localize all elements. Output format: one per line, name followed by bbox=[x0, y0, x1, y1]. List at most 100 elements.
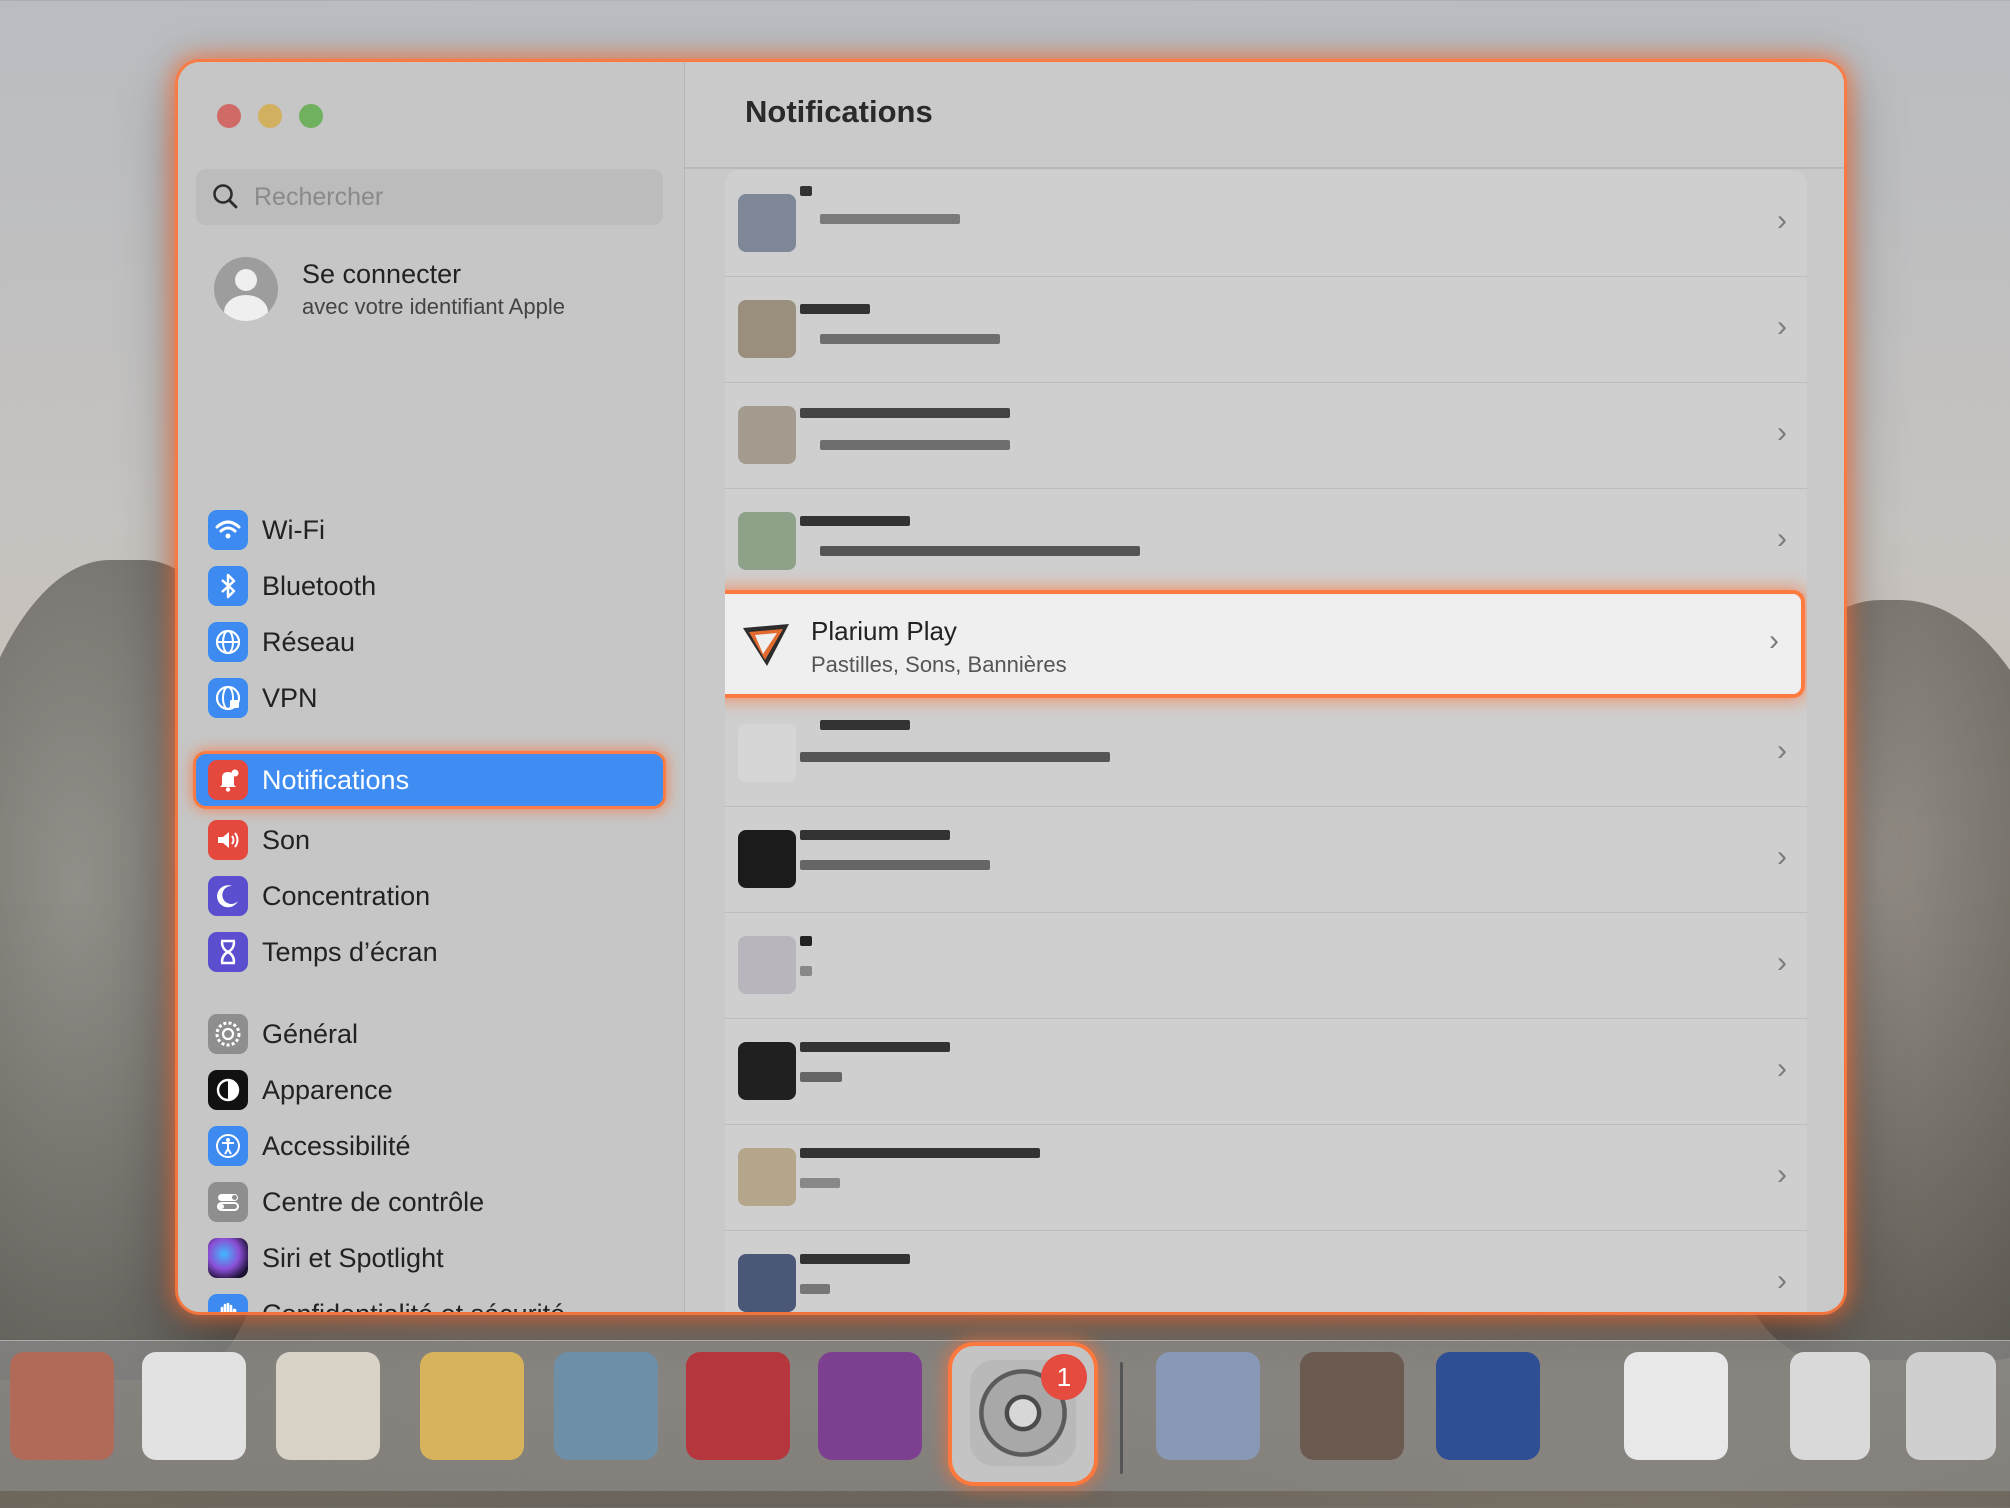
redacted-text bbox=[800, 752, 1110, 762]
app-icon bbox=[738, 194, 796, 252]
zoom-button[interactable] bbox=[299, 104, 323, 128]
system-settings-window: Se connecter avec votre identifiant Appl… bbox=[178, 62, 1844, 1312]
sidebar-item-label: Confidentialité et sécurité bbox=[262, 1299, 565, 1313]
redacted-text bbox=[800, 1148, 1040, 1158]
redacted-text bbox=[800, 1042, 950, 1052]
dock-system-settings[interactable]: 1 bbox=[952, 1346, 1094, 1482]
sidebar-item-accessibility[interactable]: Accessibilité bbox=[196, 1120, 663, 1172]
sidebar-item-wifi[interactable]: Wi-Fi bbox=[196, 504, 663, 556]
sidebar-item-focus[interactable]: Concentration bbox=[196, 870, 663, 922]
app-icon bbox=[738, 724, 796, 782]
app-icon bbox=[738, 512, 796, 570]
sidebar-item-network[interactable]: Réseau bbox=[196, 616, 663, 668]
sidebar-item-appearance[interactable]: Apparence bbox=[196, 1064, 663, 1116]
app-icon bbox=[738, 1042, 796, 1100]
speaker-icon bbox=[208, 820, 248, 860]
app-icon bbox=[738, 406, 796, 464]
chevron-right-icon: › bbox=[1777, 204, 1787, 237]
redacted-text bbox=[820, 214, 960, 224]
sidebar-item-label: Notifications bbox=[262, 764, 410, 795]
dock-trash-icon[interactable] bbox=[1906, 1352, 1996, 1460]
siri-icon bbox=[208, 1238, 248, 1278]
list-item[interactable]: › bbox=[725, 1018, 1807, 1125]
sidebar-item-label: Général bbox=[262, 1018, 359, 1049]
app-icon bbox=[738, 300, 796, 358]
list-item[interactable]: › bbox=[725, 912, 1807, 1019]
search-field[interactable] bbox=[196, 169, 663, 225]
vpn-globe-icon bbox=[208, 678, 248, 718]
app-notification-styles: Pastilles, Sons, Bannières bbox=[811, 652, 1067, 677]
sidebar-item-label: Centre de contrôle bbox=[262, 1186, 485, 1217]
dock-app-icon[interactable] bbox=[420, 1352, 524, 1460]
list-item[interactable]: › bbox=[725, 170, 1807, 277]
redacted-text bbox=[800, 516, 910, 526]
window-controls bbox=[217, 104, 323, 128]
hand-icon bbox=[208, 1294, 248, 1312]
dock-app-icon[interactable] bbox=[686, 1352, 790, 1460]
sidebar-item-label: Son bbox=[262, 824, 311, 855]
list-item[interactable]: › bbox=[725, 1124, 1807, 1231]
chevron-right-icon: › bbox=[1777, 1158, 1787, 1191]
signin-title: Se connecter bbox=[302, 258, 462, 289]
sidebar-item-label: VPN bbox=[262, 682, 318, 713]
redacted-text bbox=[800, 1254, 910, 1264]
list-item[interactable]: › bbox=[725, 276, 1807, 383]
redacted-text bbox=[800, 860, 990, 870]
dock-app-icon[interactable] bbox=[142, 1352, 246, 1460]
redacted-text bbox=[800, 1178, 840, 1188]
hourglass-icon bbox=[208, 932, 248, 972]
dock-app-icon[interactable] bbox=[1790, 1352, 1870, 1460]
dock-app-icon[interactable] bbox=[276, 1352, 380, 1460]
appearance-icon bbox=[208, 1070, 248, 1110]
search-input[interactable] bbox=[252, 181, 656, 213]
sidebar-item-control-center[interactable]: Centre de contrôle bbox=[196, 1176, 663, 1228]
list-item[interactable]: › bbox=[725, 1230, 1807, 1312]
page-title: Notifications bbox=[745, 94, 933, 129]
sidebar-item-sound[interactable]: Son bbox=[196, 814, 663, 866]
minimize-button[interactable] bbox=[258, 104, 282, 128]
sidebar-item-general[interactable]: Général bbox=[196, 1008, 663, 1060]
sidebar-item-siri-spotlight[interactable]: Siri et Spotlight bbox=[196, 1232, 663, 1284]
dock-app-icon[interactable] bbox=[1156, 1352, 1260, 1460]
bluetooth-icon bbox=[208, 566, 248, 606]
wifi-icon bbox=[208, 510, 248, 550]
sidebar-item-bluetooth[interactable]: Bluetooth bbox=[196, 560, 663, 612]
bell-icon bbox=[208, 760, 248, 800]
app-row-plarium-play[interactable]: Plarium Play Pastilles, Sons, Bannières … bbox=[725, 594, 1801, 694]
apple-id-signin[interactable]: Se connecter avec votre identifiant Appl… bbox=[214, 257, 565, 321]
redacted-text bbox=[820, 440, 1010, 450]
close-button[interactable] bbox=[217, 104, 241, 128]
dock-app-icon[interactable] bbox=[1300, 1352, 1404, 1460]
redacted-text bbox=[820, 720, 910, 730]
sidebar-item-label: Apparence bbox=[262, 1074, 393, 1105]
chevron-right-icon: › bbox=[1769, 624, 1779, 657]
gear-icon bbox=[208, 1014, 248, 1054]
sidebar-item-privacy-security[interactable]: Confidentialité et sécurité bbox=[196, 1288, 663, 1312]
notification-badge: 1 bbox=[1041, 1354, 1087, 1400]
redacted-text bbox=[820, 546, 1140, 556]
dock-app-icon[interactable] bbox=[1624, 1352, 1728, 1460]
chevron-right-icon: › bbox=[1777, 416, 1787, 449]
dock-app-icon[interactable] bbox=[554, 1352, 658, 1460]
redacted-text bbox=[800, 186, 812, 196]
app-name: Plarium Play bbox=[811, 616, 957, 646]
chevron-right-icon: › bbox=[1777, 946, 1787, 979]
app-icon bbox=[738, 1148, 796, 1206]
sidebar-item-label: Temps d’écran bbox=[262, 936, 438, 967]
chevron-right-icon: › bbox=[1777, 1052, 1787, 1085]
list-item[interactable]: › bbox=[725, 700, 1807, 807]
sidebar-item-vpn[interactable]: VPN bbox=[196, 672, 663, 724]
sidebar-item-label: Bluetooth bbox=[262, 570, 377, 601]
sidebar-item-label: Accessibilité bbox=[262, 1130, 411, 1161]
search-icon bbox=[213, 184, 238, 209]
dock-app-icon[interactable] bbox=[818, 1352, 922, 1460]
sidebar-item-screen-time[interactable]: Temps d’écran bbox=[196, 926, 663, 978]
list-item[interactable]: › bbox=[725, 382, 1807, 489]
dock-app-icon[interactable] bbox=[1436, 1352, 1540, 1460]
dock-app-icon[interactable] bbox=[10, 1352, 114, 1460]
list-item[interactable]: › bbox=[725, 488, 1807, 595]
list-item[interactable]: › bbox=[725, 806, 1807, 913]
sidebar-item-notifications[interactable]: Notifications bbox=[196, 754, 663, 806]
redacted-text bbox=[800, 966, 812, 976]
sidebar-item-label: Siri et Spotlight bbox=[262, 1242, 444, 1273]
